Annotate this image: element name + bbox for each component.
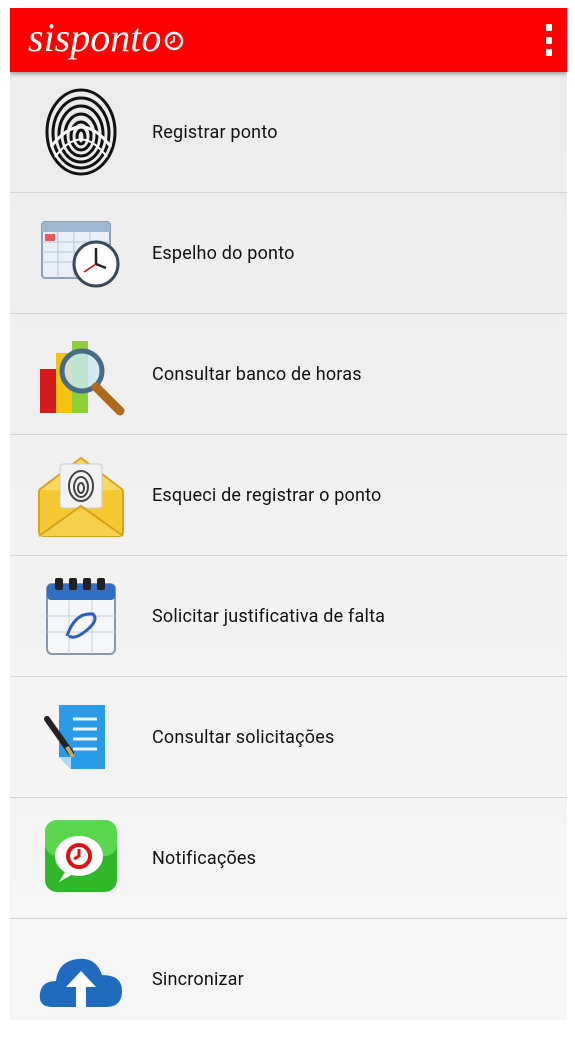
menu-item-consultar-banco-de-horas[interactable]: Consultar banco de horas (10, 314, 567, 435)
app-title: sisponto (28, 15, 162, 60)
clock-icon (165, 31, 184, 51)
menu-item-espelho-do-ponto[interactable]: Espelho do ponto (10, 193, 567, 314)
main-menu: Registrar ponto Espelho do ponto Consult… (10, 72, 567, 1020)
calendar-clock-icon (41, 221, 120, 288)
menu-item-label: Esqueci de registrar o ponto (152, 484, 382, 506)
menu-item-consultar-solicitacoes[interactable]: Consultar solicitações (10, 677, 567, 798)
menu-item-label: Notificações (152, 847, 257, 869)
menu-item-label: Registrar ponto (152, 121, 278, 143)
app-bar: sisponto (10, 8, 567, 72)
menu-item-esqueci-de-registrar[interactable]: Esqueci de registrar o ponto (10, 435, 567, 556)
document-pen-icon (44, 705, 105, 769)
app-logo: sisponto (28, 16, 185, 60)
menu-item-label: Solicitar justificativa de falta (152, 605, 386, 627)
menu-item-notificacoes[interactable]: Notificações (10, 798, 567, 919)
fingerprint-icon (45, 88, 117, 176)
menu-item-label: Espelho do ponto (152, 242, 295, 264)
menu-item-solicitar-justificativa[interactable]: Solicitar justificativa de falta (10, 556, 567, 677)
menu-item-registrar-ponto[interactable]: Registrar ponto (10, 72, 567, 193)
app-window: sisponto Registrar ponto Espelho do pont… (10, 8, 567, 1020)
menu-item-sincronizar[interactable]: Sincronizar (10, 919, 567, 1020)
notification-bubble-icon (45, 820, 117, 892)
menu-item-label: Consultar banco de horas (152, 363, 362, 385)
cloud-upload-icon (39, 958, 122, 1007)
envelope-fingerprint-icon (38, 456, 124, 537)
calendar-signature-icon (46, 578, 116, 655)
more-vert-icon[interactable] (539, 24, 559, 56)
menu-item-label: Consultar solicitações (152, 726, 335, 748)
menu-item-label: Sincronizar (152, 969, 244, 990)
chart-magnifier-icon (40, 341, 125, 416)
